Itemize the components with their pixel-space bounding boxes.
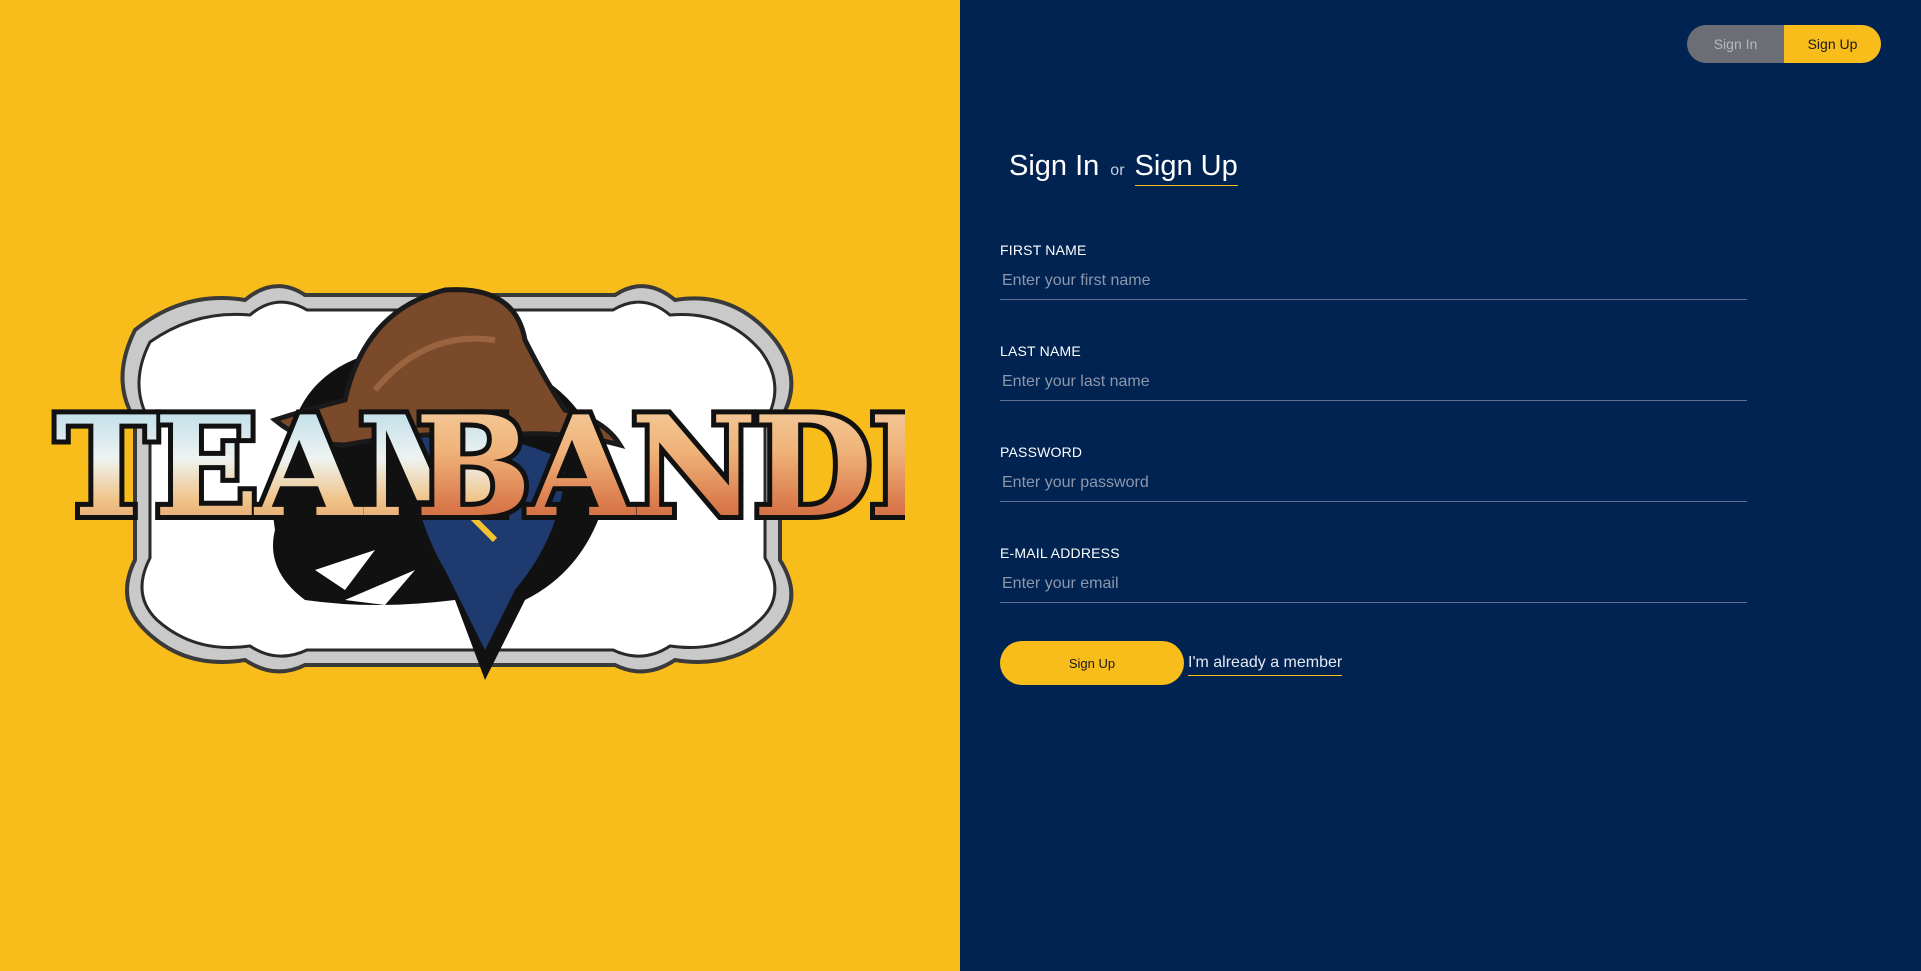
first-name-input[interactable] — [1000, 262, 1747, 300]
password-label: PASSWORD — [1000, 444, 1083, 460]
title-signin-link[interactable]: Sign In — [1009, 150, 1099, 183]
toggle-signin-button[interactable]: Sign In — [1687, 25, 1784, 63]
title-signup-link[interactable]: Sign Up — [1134, 150, 1238, 186]
last-name-field: LAST NAME — [1000, 343, 1749, 442]
form-panel: Sign In Sign Up Sign In or Sign Up FIRST… — [960, 0, 1921, 971]
last-name-label: LAST NAME — [1000, 343, 1081, 359]
team-bandit-logo: TEAM BANDIT — [50, 284, 905, 680]
email-label: E-MAIL ADDRESS — [1000, 545, 1120, 561]
form-actions: Sign Up I'm already a member — [1000, 641, 1343, 685]
brand-panel: TEAM BANDIT — [0, 0, 960, 971]
first-name-label: FIRST NAME — [1000, 242, 1087, 258]
signup-submit-button[interactable]: Sign Up — [1000, 641, 1184, 685]
logo-wordmark-bandit: BANDIT — [415, 385, 905, 548]
email-input[interactable] — [1000, 565, 1747, 603]
already-member-link[interactable]: I'm already a member — [1188, 654, 1343, 676]
email-field: E-MAIL ADDRESS — [1000, 545, 1749, 644]
password-input[interactable] — [1000, 464, 1747, 502]
password-field: PASSWORD — [1000, 444, 1749, 543]
signup-form: FIRST NAME LAST NAME PASSWORD E-MAIL ADD… — [1000, 240, 1749, 644]
auth-mode-toggle: Sign In Sign Up — [1687, 25, 1881, 63]
title-separator: or — [1110, 162, 1125, 179]
signup-page: TEAM BANDIT Sign In Sign Up Sign In or S… — [0, 0, 1921, 971]
last-name-input[interactable] — [1000, 363, 1747, 401]
first-name-field: FIRST NAME — [1000, 242, 1749, 341]
form-title: Sign In or Sign Up — [1009, 150, 1238, 186]
toggle-signup-button[interactable]: Sign Up — [1784, 25, 1881, 63]
